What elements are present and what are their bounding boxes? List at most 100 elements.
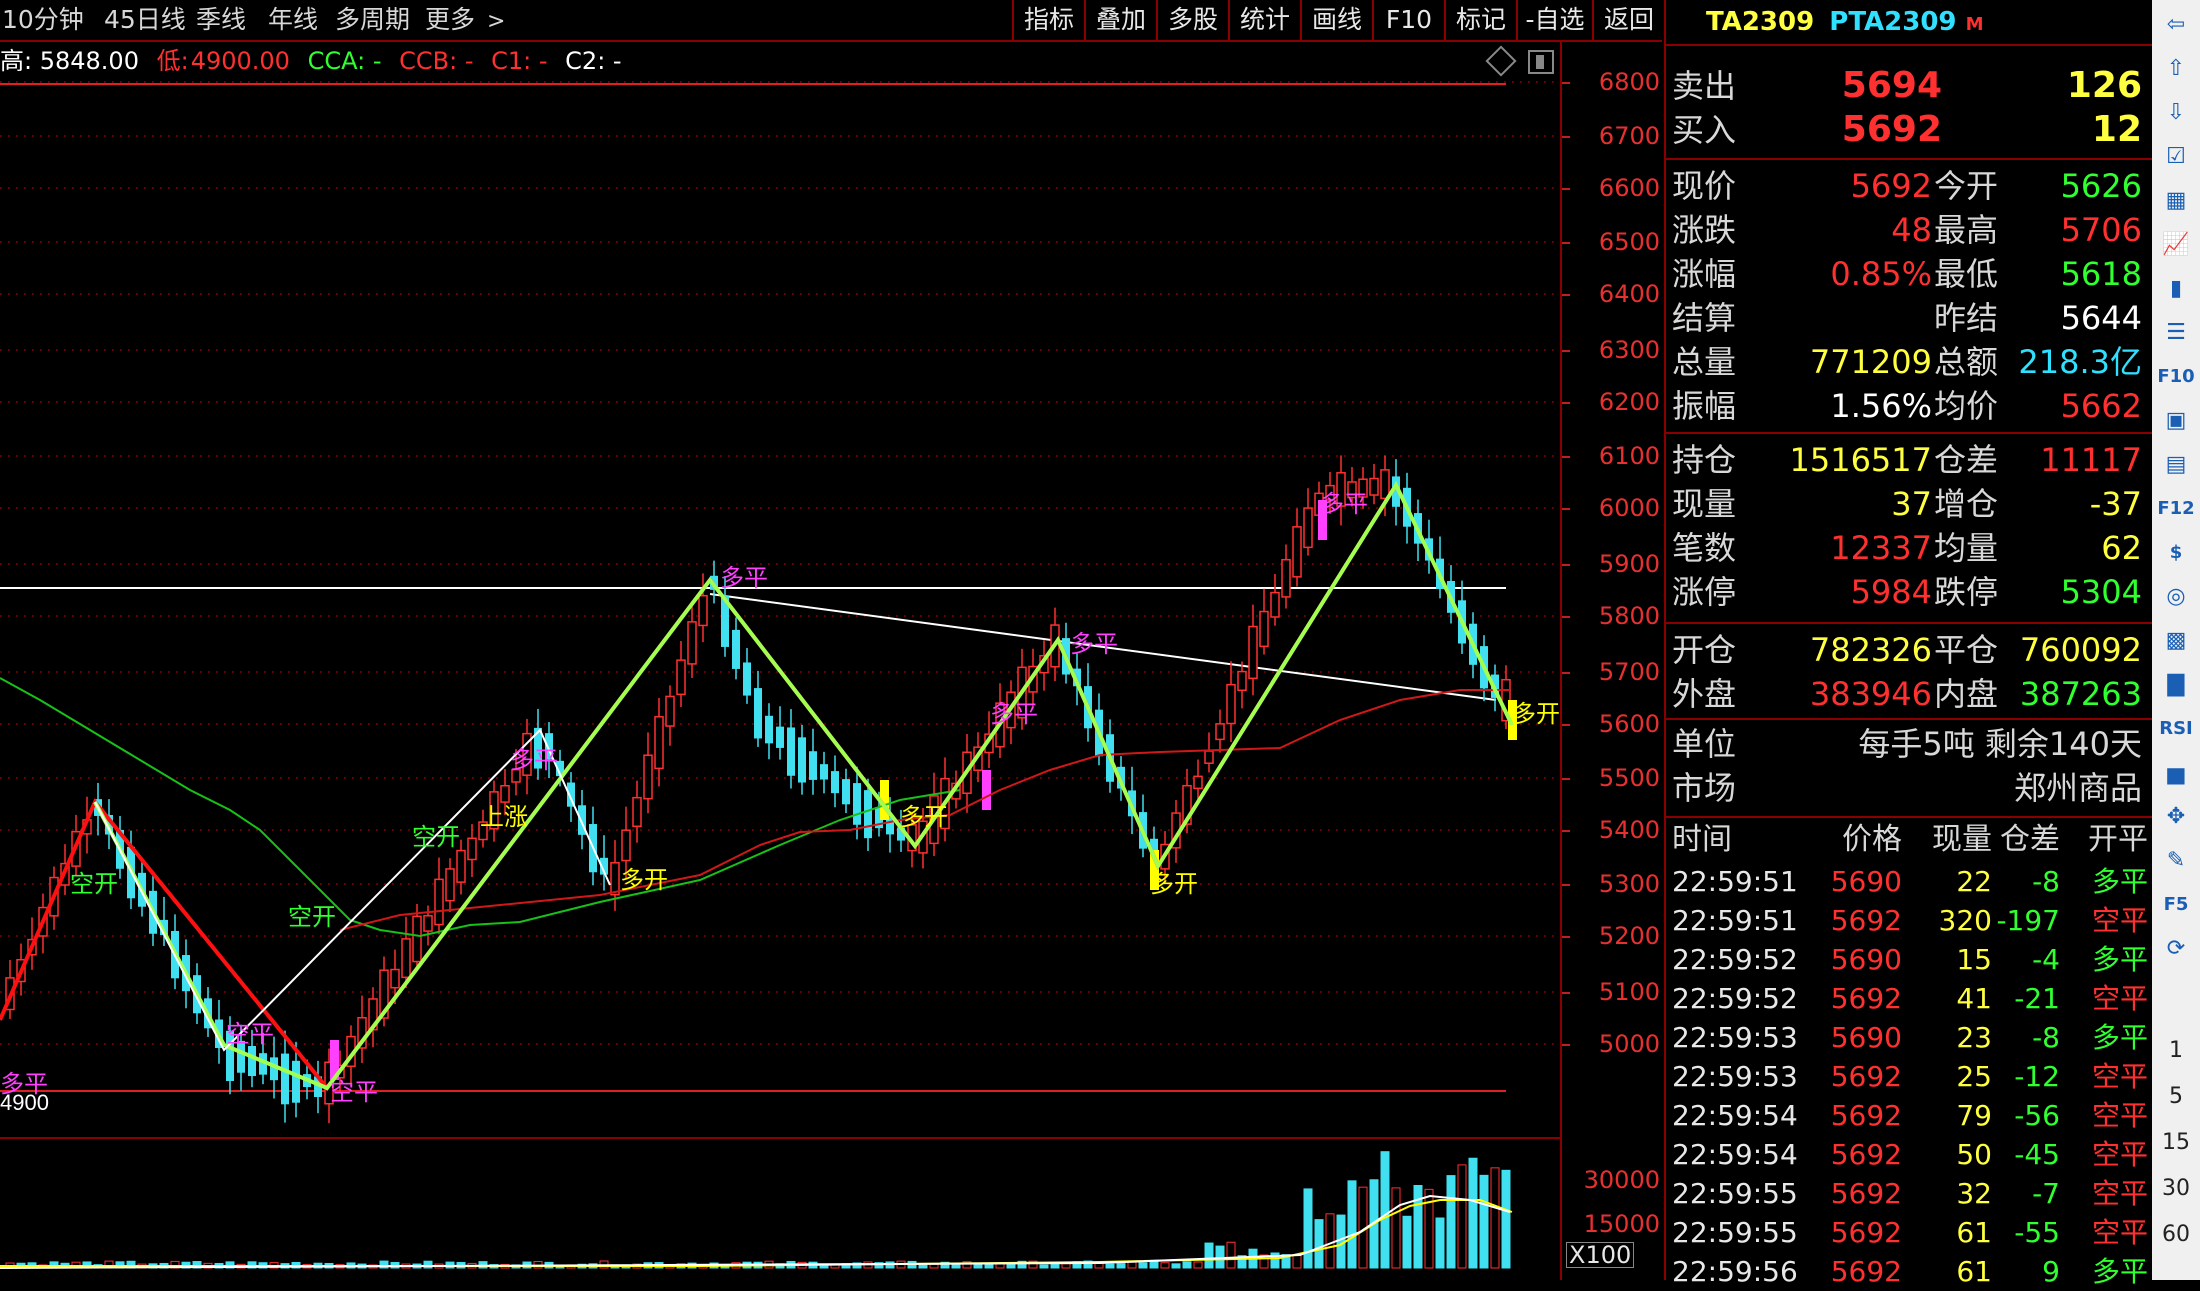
volume-bar [1479, 1174, 1489, 1269]
checklist-icon[interactable]: ☑ [2156, 136, 2196, 176]
calendar-icon[interactable]: ▣ [2156, 400, 2196, 440]
tick-row[interactable]: 22:59:55 5692 32 -7 空平 [1672, 1174, 2148, 1213]
diamond-icon[interactable] [1485, 45, 1517, 77]
signal-label: 空开 [70, 870, 118, 898]
signal-label: 空平 [330, 1078, 378, 1106]
more-menu[interactable]: 更多 > [425, 2, 505, 38]
candle [654, 697, 664, 787]
period-shortcut-30[interactable]: 30 [2156, 1168, 2196, 1208]
indicator-button[interactable]: 指标 [1012, 0, 1084, 40]
tick-price: 5690 [1830, 865, 1902, 898]
statistics-button[interactable]: 统计 [1228, 0, 1300, 40]
volume-bar [1435, 1217, 1445, 1269]
arrow-up-icon[interactable]: ⇧ [2156, 48, 2196, 88]
price-tick-mark [1562, 350, 1570, 352]
price-tick-label: 5700 [1598, 658, 1660, 686]
multi-stock-button[interactable]: 多股 [1156, 0, 1228, 40]
overlay-button[interactable]: 叠加 [1084, 0, 1156, 40]
f10-button[interactable]: F10 [1372, 0, 1444, 40]
stat-value: 0.85% [1830, 255, 1932, 293]
tick-row[interactable]: 22:59:54 5692 79 -56 空平 [1672, 1096, 2148, 1135]
f5-icon[interactable]: F5 [2156, 884, 2196, 924]
stat-row: 涨幅 0.85% 最低 5618 [1672, 252, 2142, 296]
mark-button[interactable]: 标记 [1444, 0, 1516, 40]
signal-label: 空平 [226, 1020, 274, 1048]
market-label: 市场 [1672, 769, 1737, 807]
candlestick-icon[interactable]: ▮ [2156, 268, 2196, 308]
kline-chart[interactable]: 4900 空开空平空开空平空开上涨多平多开多平多开多平多平多开多平多开多平 [0, 78, 1560, 1280]
tick-price: 5692 [1830, 1099, 1902, 1132]
candle [643, 732, 653, 814]
price-tick-label: 5300 [1598, 870, 1660, 898]
tick-volume: 50 [1956, 1138, 1992, 1171]
volume-bar [1314, 1219, 1324, 1269]
signal-label: 多平 [1070, 630, 1118, 658]
volume-bar [1204, 1242, 1214, 1269]
rsi-icon[interactable]: RSI [2156, 708, 2196, 748]
tick-row[interactable]: 22:59:52 5692 41 -21 空平 [1672, 979, 2148, 1018]
high-value: 高: 5848.00 [0, 47, 139, 75]
volume-bar [1226, 1241, 1236, 1269]
f12-icon[interactable]: F12 [2156, 488, 2196, 528]
stat-value: 218.3亿 [2018, 343, 2142, 381]
period-10min-tab[interactable]: 10分钟 [2, 2, 84, 38]
tick-row[interactable]: 22:59:56 5692 61 9 多平 [1672, 1252, 2148, 1291]
arrow-left-icon[interactable]: ⇦ [2156, 4, 2196, 44]
volume-tick-label: 15000 [1583, 1210, 1660, 1238]
tick-table-header: 时间 价格 现量 仓差 开平 [1672, 820, 2148, 860]
chart-bars2-icon[interactable]: ▅ [2156, 752, 2196, 792]
stat-row: 现价 5692 今开 5626 [1672, 164, 2142, 208]
stat-label: 涨幅 [1672, 255, 1737, 293]
arrow-down-icon[interactable]: ⇩ [2156, 92, 2196, 132]
symbol-code: TA2309 [1706, 7, 1815, 37]
circle-icon[interactable]: ◎ [2156, 576, 2196, 616]
book-icon[interactable]: ▤ [2156, 444, 2196, 484]
pencil-icon[interactable]: ✎ [2156, 840, 2196, 880]
ma45-tab[interactable]: 45日线 [104, 2, 186, 38]
year-line-tab[interactable]: 年线 [268, 2, 318, 38]
tick-row[interactable]: 22:59:51 5690 22 -8 多平 [1672, 862, 2148, 901]
price-tick-label: 6300 [1598, 336, 1660, 364]
tick-row[interactable]: 22:59:55 5692 61 -55 空平 [1672, 1213, 2148, 1252]
price-tick-mark [1562, 778, 1570, 780]
quote-panel: TA2309 PTA2309 M 卖出 5694 126 买入 5692 12 … [1664, 0, 2152, 1288]
draw-line-button[interactable]: 画线 [1300, 0, 1372, 40]
volume-bar [1116, 1263, 1126, 1269]
tick-volume: 41 [1956, 982, 1992, 1015]
price-tick-mark [1562, 830, 1570, 832]
period-shortcut-5[interactable]: 5 [2156, 1076, 2196, 1116]
unit-row: 单位 每手5吨 剩余140天 [1672, 722, 2142, 766]
line-chart-icon[interactable]: 📈 [2156, 224, 2196, 264]
back-button[interactable]: 返回 [1592, 0, 1664, 40]
tick-row[interactable]: 22:59:54 5692 50 -45 空平 [1672, 1135, 2148, 1174]
stat-label: 最低 [1934, 255, 1999, 293]
signal-label: 多开 [900, 803, 948, 831]
move-icon[interactable]: ✥ [2156, 796, 2196, 836]
price-tick-mark [1562, 188, 1570, 190]
remove-watchlist-button[interactable]: -自选 [1516, 0, 1592, 40]
tick-row[interactable]: 22:59:53 5690 23 -8 多平 [1672, 1018, 2148, 1057]
list-icon[interactable]: ☰ [2156, 312, 2196, 352]
f10-icon[interactable]: F10 [2156, 356, 2196, 396]
refresh-icon[interactable]: ⟳ [2156, 928, 2196, 968]
period-shortcut-60[interactable]: 60 [2156, 1214, 2196, 1254]
tick-row[interactable]: 22:59:51 5692 320 -197 空平 [1672, 901, 2148, 940]
stat-row: 现量 37 增仓 -37 [1672, 482, 2142, 526]
panel-toggle-icon[interactable] [1528, 50, 1554, 74]
period-shortcut-15[interactable]: 15 [2156, 1122, 2196, 1162]
tick-open-close: 多平 [2091, 943, 2148, 976]
period-shortcut-1[interactable]: 1 [2156, 1030, 2196, 1070]
signal-labels: 空开空平空开空平空开上涨多平多开多平多开多平多平多开多平多开多平 [0, 490, 1560, 1106]
volume-bar [1061, 1263, 1071, 1269]
quarter-line-tab[interactable]: 季线 [196, 2, 246, 38]
stat-value: 37 [1891, 485, 1932, 523]
tick-row[interactable]: 22:59:52 5690 15 -4 多平 [1672, 940, 2148, 979]
dollar-icon[interactable]: $ [2156, 532, 2196, 572]
tick-row[interactable]: 22:59:53 5692 25 -12 空平 [1672, 1057, 2148, 1096]
volume-bar [1127, 1261, 1137, 1269]
signal-label: 多平 [720, 564, 768, 592]
table-icon[interactable]: ▦ [2156, 180, 2196, 220]
chart-bars-icon[interactable]: ▇ [2156, 664, 2196, 704]
grid-icon[interactable]: ▩ [2156, 620, 2196, 660]
multi-period-tab[interactable]: 多周期 [335, 2, 410, 38]
